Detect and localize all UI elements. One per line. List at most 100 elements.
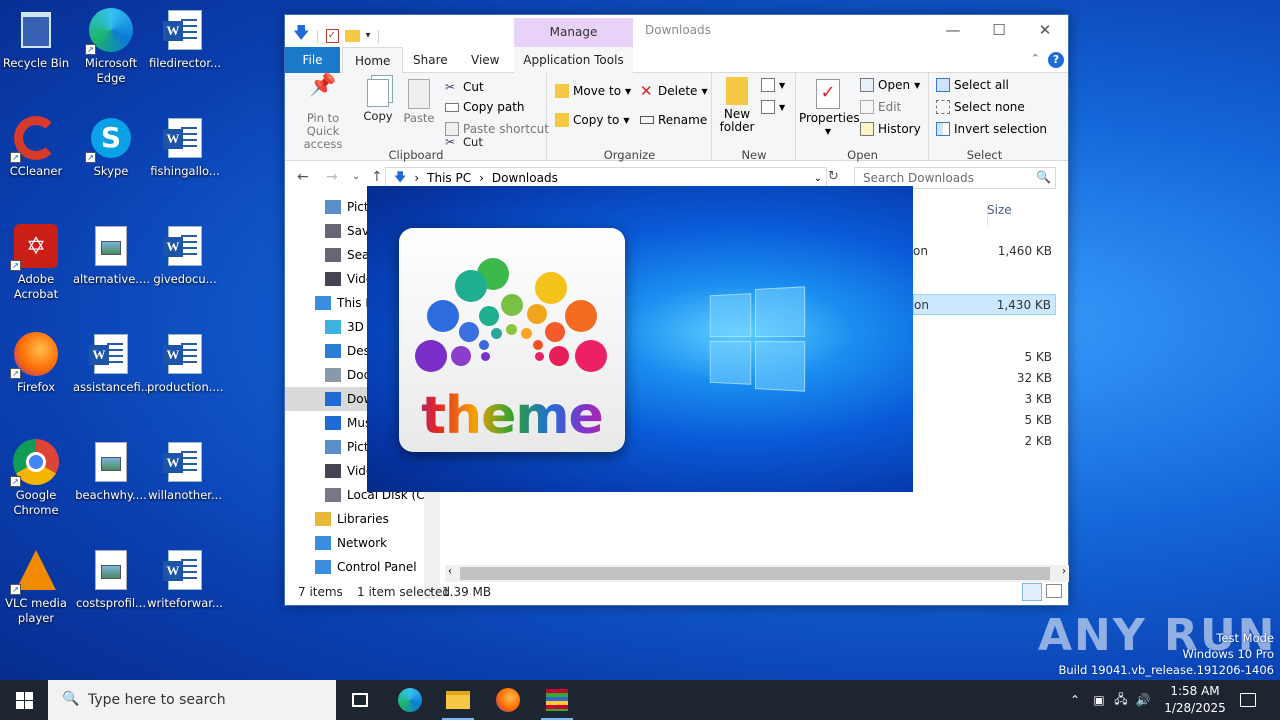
cut-button[interactable]: ✂ Cut <box>445 77 484 97</box>
file-row[interactable]: on 1,430 KB <box>913 294 1056 315</box>
minimize-button[interactable]: — <box>930 15 976 45</box>
file-row[interactable]: 5 KB <box>913 410 1056 431</box>
paste-button[interactable]: Paste <box>401 79 437 125</box>
word-doc-icon: W <box>161 6 209 54</box>
edit-button[interactable]: Edit <box>860 97 901 117</box>
select-all-button[interactable]: Select all <box>936 75 1009 95</box>
taskbar-explorer-button[interactable] <box>434 680 482 720</box>
taskbar-edge-button[interactable] <box>386 680 434 720</box>
scroll-right-icon[interactable]: › <box>1062 566 1066 577</box>
desktop-icon-filedirector[interactable]: Wfiledirector... <box>147 6 223 71</box>
chrome-icon: ↗ <box>10 438 60 487</box>
recent-locations-icon[interactable]: ⌄ <box>352 171 360 182</box>
acrobat-icon: ✡ ↗ <box>10 222 60 271</box>
desktop-icon-skype[interactable]: S ↗ Skype <box>73 114 149 179</box>
nav-item[interactable]: Network <box>285 531 440 555</box>
help-icon[interactable]: ? <box>1048 52 1064 68</box>
pin-quick-access-button[interactable]: 📌 Pin to Quick access <box>291 75 355 151</box>
desktop-icon-ccleaner[interactable]: ↗ CCleaner <box>0 114 74 179</box>
nav-item[interactable]: Control Panel <box>285 555 440 579</box>
delete-button[interactable]: ✕ Delete ▼ <box>640 81 708 101</box>
refresh-icon[interactable]: ↻ <box>828 169 839 184</box>
column-header-size[interactable]: Size <box>913 201 1059 227</box>
desktop-icon-microsoft-edge[interactable]: ↗ Microsoft Edge <box>73 6 149 86</box>
title-bar[interactable]: 🡇 | ✓ ▾ | Manage Downloads — ☐ ✕ <box>285 15 1068 47</box>
breadcrumb-this-pc[interactable]: This PC <box>427 171 471 185</box>
desktop-icon-adobe-acrobat[interactable]: ✡ ↗ Adobe Acrobat <box>0 222 74 302</box>
new-item-button[interactable]: ▼ <box>761 75 785 95</box>
properties-button[interactable]: ✓ Properties ▼ <box>799 79 860 138</box>
dropdown-arrow-icon: ▼ <box>914 80 921 90</box>
file-row[interactable]: 2 KB <box>913 431 1056 452</box>
taskbar-search-box[interactable]: 🔍 Type here to search <box>48 680 336 720</box>
details-view-icon[interactable] <box>1022 583 1042 601</box>
desktop-icon-fishingallo[interactable]: Wfishingallo... <box>147 114 223 179</box>
down-arrow-icon[interactable]: 🡇 <box>293 22 309 49</box>
copy-to-button[interactable]: Copy to ▼ <box>555 110 629 130</box>
desktop-icon-assistancefi[interactable]: Wassistancefi... <box>73 330 152 395</box>
properties-check-icon[interactable]: ✓ <box>325 28 339 43</box>
desktop-icon-givedocu[interactable]: Wgivedocu... <box>147 222 223 287</box>
customize-quick-access-icon[interactable]: ▾ <box>366 30 371 41</box>
history-button[interactable]: History <box>860 119 921 139</box>
file-row[interactable]: 3 KB <box>913 389 1056 410</box>
select-none-button[interactable]: Select none <box>936 97 1025 117</box>
collapse-ribbon-icon[interactable]: ⌃ <box>1031 52 1040 65</box>
tab-file[interactable]: File <box>285 47 340 73</box>
large-icons-view-icon[interactable] <box>1046 584 1062 598</box>
maximize-button[interactable]: ☐ <box>976 15 1022 45</box>
desktop-icon-willanother[interactable]: Wwillanother... <box>147 438 223 503</box>
copy-path-button[interactable]: Copy path <box>445 97 525 117</box>
volume-icon[interactable]: 🔊 <box>1132 693 1154 707</box>
forward-arrow-icon[interactable]: → <box>326 169 338 185</box>
desktop-icon-writeforwar[interactable]: Wwriteforwar... <box>147 546 223 611</box>
tab-application-tools[interactable]: Application Tools <box>514 47 633 73</box>
desktop-icon-recycle-bin[interactable]: Recycle Bin <box>0 6 74 71</box>
desktop-icon-costsprofil[interactable]: costsprofil... <box>73 546 149 611</box>
dropdown-arrow-icon: ▼ <box>701 86 708 96</box>
ribbon-tabs: File Home Share View Application Tools ⌃… <box>285 47 1068 74</box>
desktop-icon-alternative[interactable]: alternative.... <box>73 222 150 287</box>
address-dropdown-icon[interactable]: ⌄ <box>814 173 822 184</box>
desktop-icon-label: Microsoft Edge <box>84 56 138 85</box>
paste-shortcut-button[interactable]: Paste shortcut <box>445 119 549 139</box>
up-arrow-icon[interactable]: ↑ <box>371 169 383 185</box>
notifications-button[interactable] <box>1230 680 1266 720</box>
taskbar-clock[interactable]: 1:58 AM 1/28/2025 <box>1158 683 1232 717</box>
scissors-icon: ✂ <box>445 80 456 94</box>
tab-view[interactable]: View <box>459 47 511 73</box>
status-item-count: 7 items <box>298 585 343 599</box>
manage-context-tab[interactable]: Manage <box>514 18 633 47</box>
file-row[interactable]: on 1,460 KB <box>913 241 1056 262</box>
easy-access-button[interactable]: ▼ <box>761 97 785 117</box>
new-folder-icon[interactable] <box>344 29 360 42</box>
desktop-icon-firefox[interactable]: ↗ Firefox <box>0 330 74 395</box>
desktop-icon-label: Google Chrome <box>13 488 59 517</box>
network-icon[interactable]: 🖧 <box>1110 690 1132 711</box>
copy-button[interactable]: Copy <box>361 79 395 123</box>
task-view-button[interactable] <box>336 680 384 720</box>
tab-share[interactable]: Share <box>401 47 460 73</box>
nav-item[interactable]: Libraries <box>285 507 440 531</box>
desktop-icon-production[interactable]: Wproduction.... <box>147 330 223 395</box>
taskbar-installer-button[interactable] <box>533 680 581 720</box>
desktop-icon-beachwhy[interactable]: beachwhy.... <box>73 438 149 503</box>
new-folder-button[interactable]: New folder <box>717 77 757 134</box>
show-hidden-icons-icon[interactable]: ⌃ <box>1070 693 1088 707</box>
file-row[interactable]: 5 KB <box>913 347 1056 368</box>
start-button[interactable] <box>0 680 48 720</box>
move-to-button[interactable]: Move to ▼ <box>555 81 631 101</box>
back-arrow-icon[interactable]: ← <box>297 169 309 185</box>
invert-selection-button[interactable]: Invert selection <box>936 119 1047 139</box>
file-row[interactable]: 32 KB <box>913 368 1056 389</box>
taskbar-firefox-button[interactable] <box>484 680 532 720</box>
desktop-icon-vlc-media-player[interactable]: ↗ VLC media player <box>0 546 74 626</box>
desktop-icon-google-chrome[interactable]: ↗ Google Chrome <box>0 438 74 518</box>
scroll-left-icon[interactable]: ‹ <box>448 566 452 577</box>
rename-button[interactable]: Rename <box>640 110 707 130</box>
breadcrumb-downloads[interactable]: Downloads <box>492 171 558 185</box>
close-button[interactable]: ✕ <box>1022 15 1068 45</box>
open-button[interactable]: Open ▼ <box>860 75 920 95</box>
tab-home[interactable]: Home <box>342 47 404 74</box>
security-icon[interactable]: ▣ <box>1088 693 1110 707</box>
